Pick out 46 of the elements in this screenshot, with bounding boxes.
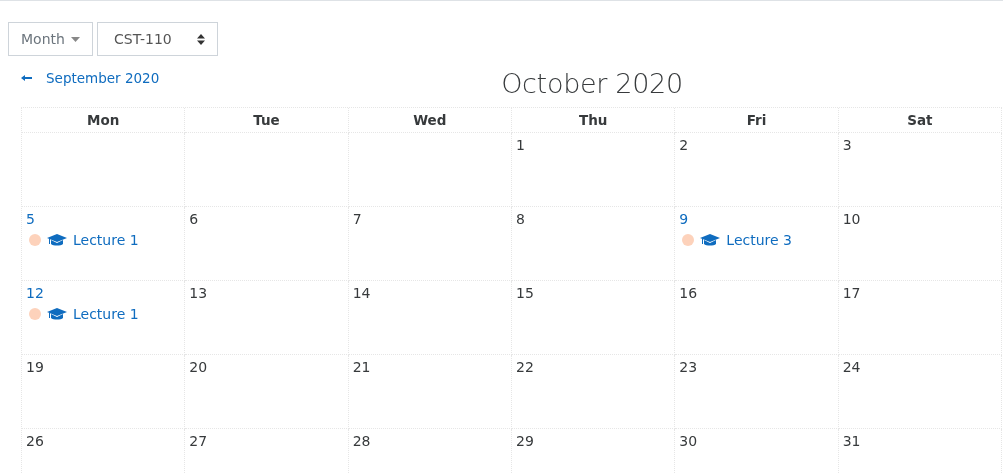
day-link[interactable]: 12 — [26, 285, 44, 301]
column-header: Sat — [838, 108, 1002, 133]
previous-month-link[interactable]: September 2020 — [21, 70, 160, 86]
event-link[interactable]: Lecture 3 — [726, 232, 792, 248]
view-dropdown[interactable]: Month — [8, 22, 93, 56]
day-number: 2 — [679, 137, 689, 153]
day-number: 29 — [516, 433, 534, 449]
day-number: 8 — [516, 211, 525, 227]
day-number: 15 — [516, 285, 534, 301]
day-number: 30 — [679, 433, 698, 449]
day-number: 16 — [679, 285, 698, 301]
day-number: 1 — [516, 137, 525, 153]
column-header: Thu — [512, 108, 676, 133]
arrow-left-icon — [21, 75, 32, 81]
day-number: 10 — [842, 211, 861, 227]
day-number: 26 — [26, 433, 44, 449]
day-number: 23 — [679, 359, 698, 375]
column-header: Tue — [185, 108, 349, 133]
column-header: Fri — [675, 108, 839, 133]
day-link[interactable]: 9 — [679, 211, 689, 227]
event-link[interactable]: Lecture 1 — [73, 306, 139, 322]
event-link[interactable]: Lecture 1 — [73, 232, 139, 248]
month-title: October 2020 — [501, 68, 683, 99]
column-header: Mon — [22, 108, 186, 133]
graduation-cap-icon — [47, 233, 67, 247]
caret-icon — [70, 36, 80, 42]
day-number: 22 — [516, 359, 534, 375]
day-link[interactable]: 5 — [26, 211, 35, 227]
day-number: 20 — [189, 359, 208, 375]
day-number: 7 — [352, 211, 362, 227]
day-number: 24 — [842, 359, 861, 375]
day-number: 17 — [842, 285, 861, 301]
sort-icon — [197, 33, 205, 45]
day-number: 27 — [189, 433, 208, 449]
day-number: 13 — [189, 285, 208, 301]
column-header: Wed — [348, 108, 512, 133]
day-number: 21 — [352, 359, 371, 375]
day-number: 3 — [842, 137, 852, 153]
day-number: 31 — [842, 433, 861, 449]
graduation-cap-icon — [700, 233, 721, 247]
day-number: 6 — [189, 211, 199, 227]
day-number: 14 — [352, 285, 371, 301]
day-number: 28 — [352, 433, 371, 449]
course-dropdown[interactable]: CST-110 — [97, 22, 218, 56]
day-number: 19 — [26, 359, 44, 375]
graduation-cap-icon — [47, 307, 67, 321]
